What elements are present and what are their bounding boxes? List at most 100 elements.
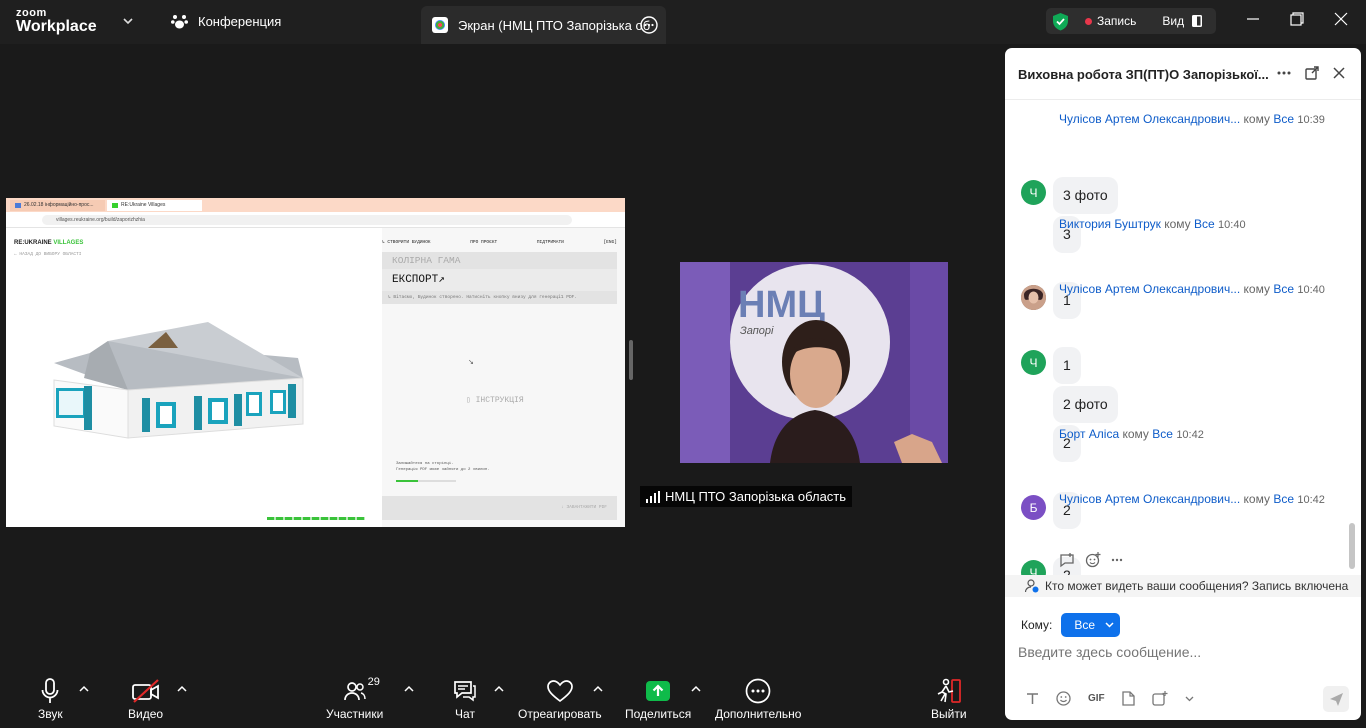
chevron-down-icon[interactable] bbox=[1185, 696, 1194, 702]
chevron-down-icon[interactable] bbox=[122, 15, 134, 27]
video-button[interactable]: Видео bbox=[128, 678, 163, 721]
to-word: кому bbox=[1243, 112, 1270, 126]
participants-options-caret-icon[interactable] bbox=[404, 685, 414, 692]
audio-button[interactable]: Звук bbox=[38, 678, 63, 721]
site-logo: RE:UKRAINE VILLAGES bbox=[14, 240, 83, 246]
shield-icon[interactable] bbox=[1052, 12, 1069, 31]
leave-label: Выйти bbox=[931, 707, 967, 721]
participant-name: НМЦ ПТО Запорізька область bbox=[665, 489, 847, 504]
sender-name[interactable]: Чулісов Артем Олександрович... bbox=[1059, 282, 1240, 296]
avatar-photo bbox=[1021, 285, 1046, 310]
audio-options-caret-icon[interactable] bbox=[79, 685, 89, 692]
chat-scrollbar[interactable] bbox=[1349, 523, 1355, 569]
sender-name[interactable]: Чулісов Артем Олександрович... bbox=[1059, 112, 1240, 126]
message-time: 10:40 bbox=[1297, 284, 1325, 296]
send-button[interactable] bbox=[1323, 686, 1349, 712]
microphone-icon bbox=[41, 678, 59, 704]
chat-messages[interactable]: Чулісов Артем Олександрович... кому Все … bbox=[1005, 100, 1351, 577]
screen-tab-label: Экран (НМЦ ПТО Запорізька об bbox=[458, 17, 651, 33]
emoji-icon[interactable] bbox=[1056, 691, 1071, 706]
avatar: Ч bbox=[1021, 350, 1046, 375]
leave-icon bbox=[936, 678, 962, 704]
sender-name[interactable]: Виктория Буштрук bbox=[1059, 217, 1161, 231]
message-time: 10:42 bbox=[1176, 429, 1204, 441]
reply-icon[interactable] bbox=[1059, 552, 1075, 568]
message-header: Виктория Буштрук кому Все 10:40 bbox=[1059, 217, 1246, 231]
add-reaction-icon[interactable] bbox=[1085, 552, 1101, 568]
message-actions bbox=[1059, 552, 1123, 568]
popout-icon[interactable] bbox=[1305, 66, 1319, 80]
site-loading-text: Залишайтеся на сторінці. Генерація PDF м… bbox=[396, 462, 490, 473]
chat-tools: GIF bbox=[1026, 691, 1194, 706]
privacy-notice[interactable]: Кто может видеть ваши сообщения? Запись … bbox=[1005, 575, 1361, 597]
logo-big-text: Workplace bbox=[16, 18, 97, 35]
chat-button[interactable]: Чат bbox=[453, 678, 477, 721]
chat-header: Виховна робота ЗП(ПТ)О Запорізької... bbox=[1005, 48, 1361, 100]
react-button[interactable]: Отреагировать bbox=[518, 678, 602, 721]
audience[interactable]: Все bbox=[1273, 112, 1294, 126]
view-button[interactable]: Вид bbox=[1162, 14, 1203, 28]
sender-name[interactable]: Чулісов Артем Олександрович... bbox=[1059, 492, 1240, 506]
view-grid-icon bbox=[1192, 15, 1203, 27]
top-bar: zoom Workplace Конференция Экран (НМЦ ПТ… bbox=[0, 0, 1366, 44]
paw-icon bbox=[171, 14, 188, 29]
message-time: 10:42 bbox=[1297, 494, 1325, 506]
site-controls-panel: ↳ СТВОРИТИ БУДИНОК ПРО ПРОЄКТ ПІДТРИМАТИ… bbox=[382, 228, 625, 527]
video-options-caret-icon[interactable] bbox=[177, 685, 187, 692]
to-word: кому bbox=[1243, 282, 1270, 296]
react-options-caret-icon[interactable] bbox=[593, 685, 603, 692]
chat-panel: Виховна робота ЗП(ПТ)О Запорізької... Чу… bbox=[1005, 48, 1361, 720]
tab-shared-screen[interactable]: Экран (НМЦ ПТО Запорізька об bbox=[421, 6, 666, 44]
close-chat-icon[interactable] bbox=[1333, 67, 1345, 79]
message-time: 10:39 bbox=[1297, 114, 1325, 126]
privacy-text: Кто может видеть ваши сообщения? Запись … bbox=[1045, 579, 1349, 593]
video-label: Видео bbox=[128, 707, 164, 721]
gif-button[interactable]: GIF bbox=[1088, 693, 1105, 704]
privacy-person-icon bbox=[1025, 579, 1039, 593]
participant-video[interactable]: НМЦ Запорі bbox=[680, 262, 948, 463]
site-nav: ↳ СТВОРИТИ БУДИНОК ПРО ПРОЄКТ ПІДТРИМАТИ… bbox=[382, 240, 625, 245]
more-options-icon[interactable] bbox=[640, 16, 658, 34]
more-circle-icon bbox=[745, 678, 771, 704]
audience[interactable]: Все bbox=[1273, 282, 1294, 296]
to-word: кому bbox=[1164, 217, 1191, 231]
site-nav-lang: [ENG] bbox=[603, 240, 617, 245]
splitter-handle[interactable] bbox=[629, 340, 633, 380]
close-window-icon[interactable] bbox=[1334, 12, 1348, 26]
more-icon[interactable] bbox=[1277, 71, 1291, 75]
record-label[interactable]: Запись bbox=[1097, 14, 1136, 28]
sender-name[interactable]: Борт Аліса bbox=[1059, 427, 1119, 441]
participants-label: Участники bbox=[326, 707, 384, 721]
minimize-icon[interactable] bbox=[1246, 12, 1260, 26]
share-button[interactable]: Поделиться bbox=[625, 678, 691, 721]
chat-message-input[interactable] bbox=[1018, 644, 1338, 660]
record-dot-icon bbox=[1085, 17, 1092, 25]
to-word: кому bbox=[1243, 492, 1270, 506]
browser-tab: 26.02.18 інформаційно-прос... bbox=[10, 199, 105, 211]
screenshot-icon[interactable] bbox=[1152, 691, 1168, 706]
avatar: Б bbox=[1021, 495, 1046, 520]
audience[interactable]: Все bbox=[1194, 217, 1215, 231]
share-options-caret-icon[interactable] bbox=[691, 685, 701, 692]
zoom-logo: zoom Workplace bbox=[16, 8, 97, 35]
video-off-icon bbox=[131, 678, 161, 704]
restore-icon[interactable] bbox=[1290, 12, 1304, 26]
chat-options-caret-icon[interactable] bbox=[494, 685, 504, 692]
site-palette-row: КОЛІРНА ГАМА bbox=[382, 252, 617, 269]
file-icon[interactable] bbox=[1122, 691, 1135, 706]
site-instruction-label: ІНСТРУКЦІЯ bbox=[475, 396, 524, 405]
audience[interactable]: Все bbox=[1273, 492, 1294, 506]
view-label: Вид bbox=[1162, 14, 1185, 28]
mouse-cursor-icon: ↘ bbox=[468, 359, 474, 366]
send-icon bbox=[1329, 692, 1344, 707]
audience[interactable]: Все bbox=[1152, 427, 1173, 441]
more-button[interactable]: Дополнительно bbox=[715, 678, 801, 721]
avatar: Ч bbox=[1021, 180, 1046, 205]
conference-button[interactable]: Конференция bbox=[171, 14, 281, 29]
participants-button[interactable]: 29 Участники bbox=[326, 676, 384, 721]
text-format-icon[interactable] bbox=[1026, 692, 1039, 705]
leave-button[interactable]: Выйти bbox=[931, 678, 967, 721]
recipient-select[interactable]: Все bbox=[1061, 613, 1121, 637]
more-actions-icon[interactable] bbox=[1111, 558, 1123, 562]
to-word: кому bbox=[1122, 427, 1149, 441]
